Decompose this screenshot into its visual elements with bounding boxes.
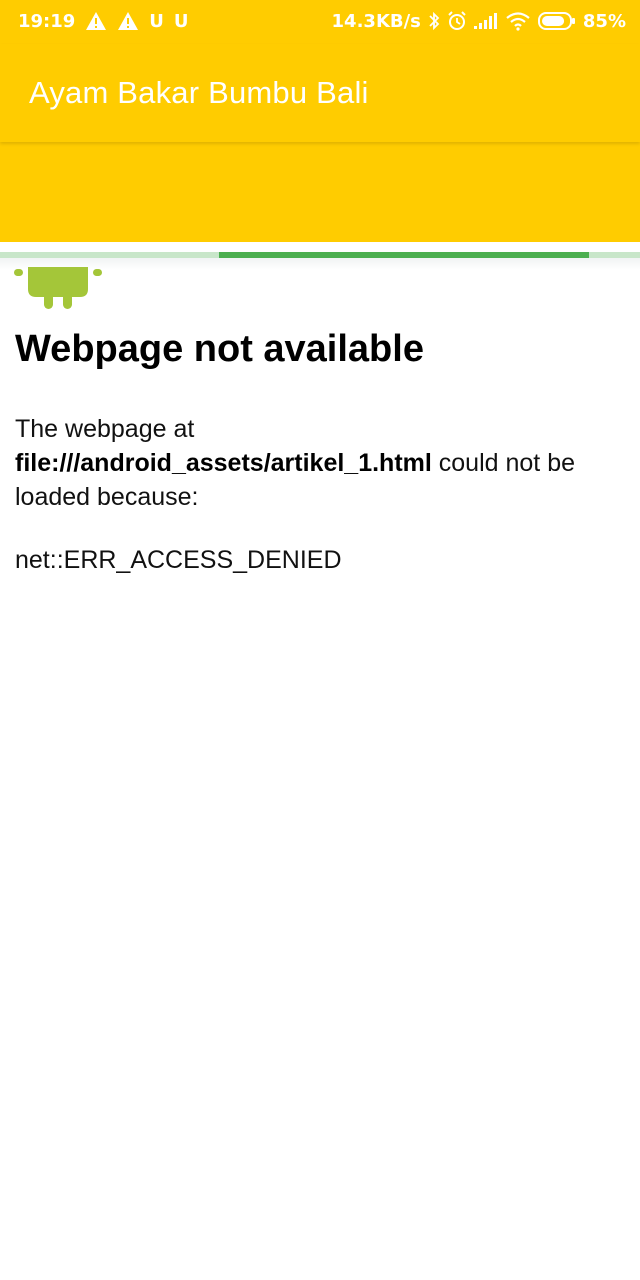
- app-title: Ayam Bakar Bumbu Bali: [29, 75, 369, 110]
- status-bar-left: 19:19 U U: [18, 10, 189, 32]
- battery-icon: [537, 10, 576, 32]
- u-icon: U: [173, 10, 189, 32]
- status-time: 19:19: [18, 10, 76, 32]
- network-speed: 14.3KB/s: [331, 10, 421, 32]
- screen: 19:19 U U 14.3KB/s 85% Ayam Bakar Bumbu …: [0, 0, 640, 1280]
- status-bar-right: 14.3KB/s 85%: [332, 10, 626, 32]
- error-message: The webpage at file:///android_assets/ar…: [15, 412, 625, 514]
- status-bar: 19:19 U U 14.3KB/s 85%: [0, 0, 640, 44]
- wifi-icon: [505, 10, 531, 32]
- android-robot-icon: [14, 267, 102, 309]
- u-icon: U: [149, 10, 164, 32]
- error-code: net::ERR_ACCESS_DENIED: [15, 546, 342, 574]
- alarm-icon: [447, 10, 467, 32]
- battery-percent: 85%: [582, 10, 626, 32]
- bluetooth-icon: [428, 10, 440, 32]
- error-message-prefix: The webpage at: [15, 415, 195, 443]
- error-title: Webpage not available: [15, 328, 424, 370]
- header-extension: [0, 142, 640, 242]
- signal-icon: [473, 10, 498, 32]
- warning-icon: [117, 10, 139, 32]
- error-url: file:///android_assets/artikel_1.html: [15, 449, 432, 477]
- app-bar: Ayam Bakar Bumbu Bali: [0, 44, 640, 142]
- warning-icon: [85, 10, 107, 32]
